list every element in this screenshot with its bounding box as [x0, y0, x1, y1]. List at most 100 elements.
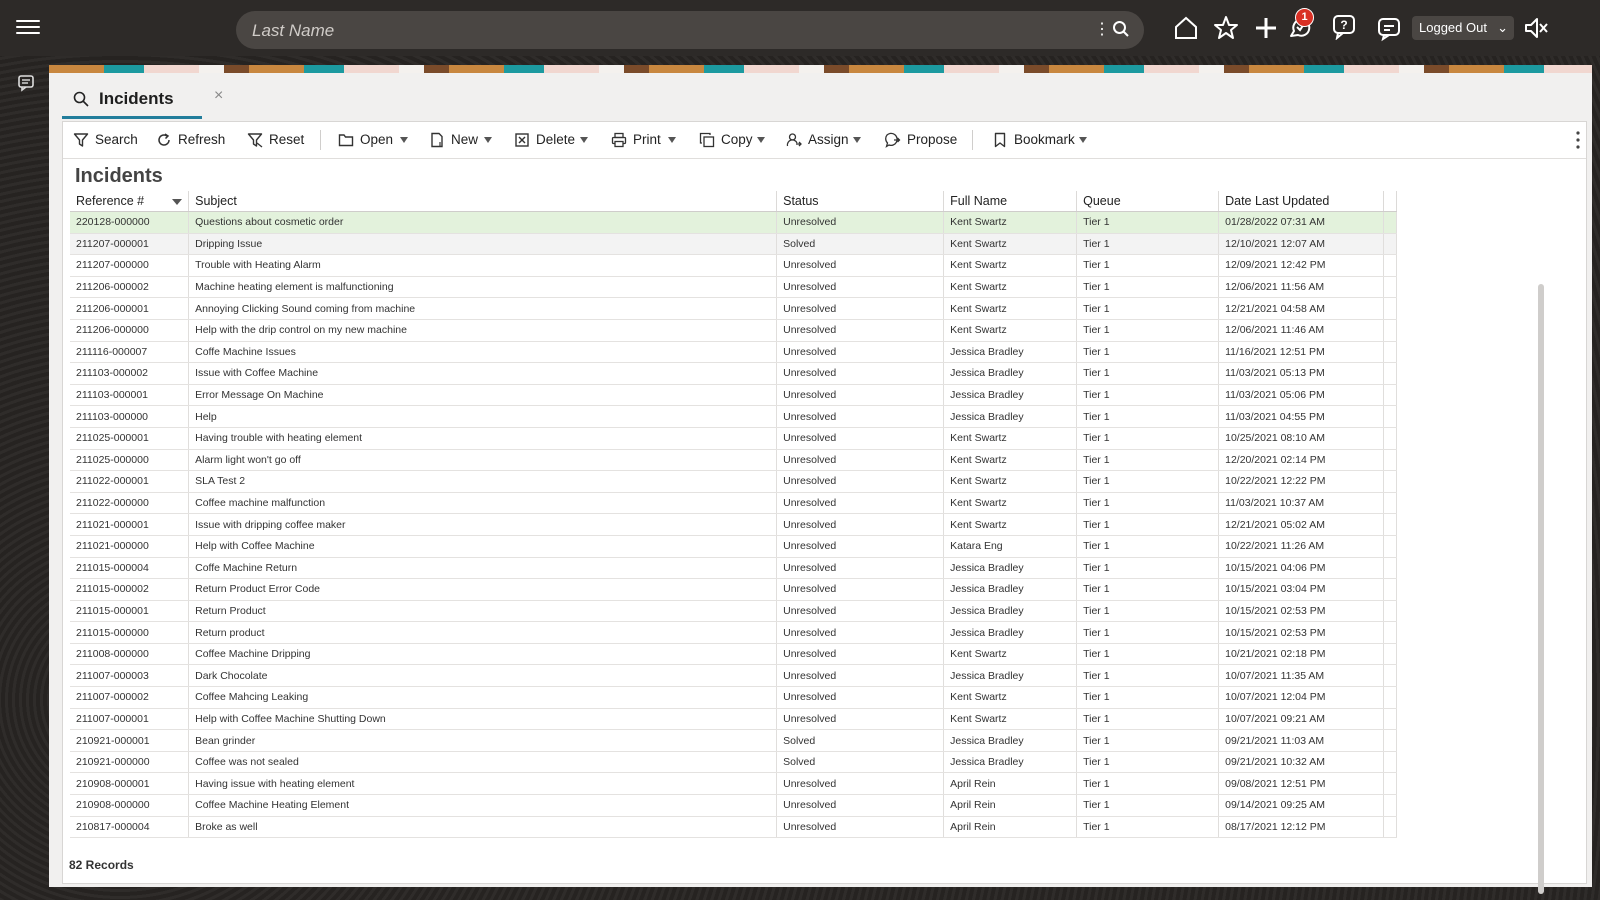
folder-open-icon	[338, 134, 354, 147]
table-row[interactable]: 211015-000000 Return product Unresolved Jes…	[70, 621, 1398, 644]
column-header[interactable]: Reference #	[70, 191, 190, 212]
table-cell: Tier 1	[1076, 492, 1220, 515]
table-row[interactable]: 211022-000000 Coffee machine malfunction U…	[70, 492, 1398, 515]
table-cell: Jessica Bradley	[943, 621, 1078, 644]
agent-status-select[interactable]: Logged Out ⌄	[1412, 16, 1514, 40]
search-input[interactable]	[250, 11, 1074, 51]
table-row[interactable]: 211007-000003 Dark Chocolate Unresolved Jes…	[70, 664, 1398, 688]
column-header[interactable]: Queue	[1076, 191, 1220, 212]
table-cell: Tier 1	[1076, 362, 1220, 385]
table-cell: 10/22/2021 12:22 PM	[1218, 470, 1385, 493]
sidebar-chat-icon[interactable]	[17, 74, 35, 92]
table-cell: Coffee was not sealed	[188, 751, 778, 774]
chat-icon[interactable]	[1375, 14, 1403, 42]
table-cell: 10/15/2021 02:53 PM	[1218, 600, 1385, 623]
table-cell: Trouble with Heating Alarm	[188, 254, 778, 277]
table-row[interactable]: 211206-000002 Machine heating element is …	[70, 276, 1398, 299]
table-cell: Kent Swartz	[943, 319, 1078, 342]
search-icon[interactable]	[1112, 20, 1130, 38]
favorites-star-icon[interactable]	[1212, 14, 1240, 42]
column-header[interactable]: Subject	[188, 191, 778, 212]
delete-dropdown-icon[interactable]	[580, 137, 588, 143]
table-row[interactable]: 210817-000004 Broke as well Unresolved Apri…	[70, 816, 1398, 839]
table-row[interactable]: 211022-000001 SLA Test 2 Unresolved Kent Sw…	[70, 470, 1398, 493]
table-cell: Alarm light won't go off	[188, 449, 778, 472]
copy-dropdown-icon[interactable]	[757, 137, 765, 143]
table-row[interactable]: 211015-000004 Coffe Machine Return Unresol…	[70, 557, 1398, 580]
sound-muted-icon[interactable]	[1522, 14, 1550, 42]
new-dropdown-icon[interactable]	[484, 137, 492, 143]
table-cell: Coffe Machine Issues	[188, 341, 778, 364]
propose-icon	[885, 132, 901, 148]
table-cell: Jessica Bradley	[943, 405, 1078, 428]
help-icon[interactable]: ?	[1330, 12, 1358, 40]
hamburger-menu-icon[interactable]	[16, 16, 40, 40]
table-cell: Tier 1	[1076, 664, 1220, 688]
open-dropdown-icon[interactable]	[400, 137, 408, 143]
column-header[interactable]: Status	[776, 191, 945, 212]
table-row[interactable]: 211206-000000 Help with the drip control …	[70, 319, 1398, 342]
home-icon[interactable]	[1172, 14, 1200, 42]
table-cell: 11/03/2021 05:13 PM	[1218, 362, 1385, 385]
table-row[interactable]: 211206-000001 Annoying Clicking Sound com…	[70, 297, 1398, 320]
table-cell: Broke as well	[188, 816, 778, 839]
tab-close-icon[interactable]: ×	[214, 87, 223, 105]
table-cell: 10/22/2021 11:26 AM	[1218, 535, 1385, 558]
table-row[interactable]: 210908-000000 Coffee Machine Heating Elem…	[70, 794, 1398, 817]
copy-button-label: Copy	[721, 132, 753, 147]
table-row[interactable]: 211116-000007 Coffe Machine Issues Unresol…	[70, 341, 1398, 364]
report-content: Search Refresh Reset Open New Delete Pri…	[62, 121, 1587, 894]
table-cell: 10/25/2021 08:10 AM	[1218, 427, 1385, 450]
table-cell: 11/16/2021 12:51 PM	[1218, 341, 1385, 364]
table-cell: 211015-000001	[70, 600, 190, 623]
table-row[interactable]: 211015-000001 Return Product Unresolved Jes…	[70, 600, 1398, 623]
table-row[interactable]: 211007-000002 Coffee Mahcing Leaking Unres…	[70, 686, 1398, 709]
tab-incidents[interactable]: Incidents	[62, 81, 202, 119]
table-cell: Unresolved	[776, 578, 945, 601]
column-header[interactable]: Full Name	[943, 191, 1078, 212]
table-cell: Unresolved	[776, 686, 945, 709]
table-cell: 220128-000000	[70, 211, 190, 234]
table-row[interactable]: 211103-000000 Help Unresolved Jessica Bradl…	[70, 405, 1398, 428]
table-cell: Unresolved	[776, 211, 945, 234]
more-options-icon[interactable]	[1575, 130, 1581, 150]
table-row[interactable]: 211103-000001 Error Message On Machine Unr…	[70, 384, 1398, 407]
table-row[interactable]: 211015-000002 Return Product Error Code Un…	[70, 578, 1398, 601]
table-row[interactable]: 211021-000000 Help with Coffee Machine Unr…	[70, 535, 1398, 558]
table-row[interactable]: 211008-000000 Coffee Machine Dripping Unre…	[70, 643, 1398, 666]
table-cell: Unresolved	[776, 384, 945, 407]
table-row[interactable]: 210921-000001 Bean grinder Solved Jessica B…	[70, 729, 1398, 752]
chevron-down-icon: ⌄	[1497, 20, 1508, 35]
table-row[interactable]: 211025-000001 Having trouble with heating…	[70, 427, 1398, 450]
table-row[interactable]: 211207-000000 Trouble with Heating Alarm U…	[70, 254, 1398, 277]
record-count: 82 Records	[69, 858, 134, 872]
table-cell: Solved	[776, 729, 945, 752]
table-cell: 10/07/2021 11:35 AM	[1218, 664, 1385, 688]
table-row[interactable]: 211021-000001 Issue with dripping coffee …	[70, 513, 1398, 536]
bookmark-dropdown-icon[interactable]	[1079, 137, 1087, 143]
table-header-row: Reference # Subject Status Full Name Que…	[70, 191, 1398, 212]
table-row[interactable]: 220128-000000 Questions about cosmetic or…	[70, 211, 1398, 234]
table-row[interactable]: 211007-000001 Help with Coffee Machine Sh…	[70, 708, 1398, 731]
table-cell: 211103-000000	[70, 405, 190, 428]
search-options-icon[interactable]: ⋮	[1094, 22, 1110, 38]
top-navigation-bar: ⋮ 1 ? Logged Out ⌄	[0, 0, 1600, 56]
add-plus-icon[interactable]	[1252, 14, 1280, 42]
table-cell: 211021-000000	[70, 535, 190, 558]
table-cell: Unresolved	[776, 449, 945, 472]
table-cell: Tier 1	[1076, 233, 1220, 256]
column-header[interactable]: Date Last Updated	[1218, 191, 1385, 212]
table-cell: Kent Swartz	[943, 708, 1078, 731]
table-cell: Tier 1	[1076, 513, 1220, 536]
print-dropdown-icon[interactable]	[668, 137, 676, 143]
table-row[interactable]: 211207-000001 Dripping Issue Solved Kent Sw…	[70, 233, 1398, 256]
vertical-scrollbar-thumb[interactable]	[1538, 284, 1544, 894]
table-row[interactable]: 211025-000000 Alarm light won't go off Unr…	[70, 449, 1398, 472]
table-row[interactable]: 210921-000000 Coffee was not sealed Solved…	[70, 751, 1398, 774]
sort-descending-icon[interactable]	[172, 198, 183, 205]
assign-dropdown-icon[interactable]	[853, 137, 861, 143]
search-button-label: Search	[95, 132, 138, 147]
table-cell: April Rein	[943, 794, 1078, 817]
table-row[interactable]: 211103-000002 Issue with Coffee Machine Un…	[70, 362, 1398, 385]
table-row[interactable]: 210908-000001 Having issue with heating e…	[70, 772, 1398, 796]
